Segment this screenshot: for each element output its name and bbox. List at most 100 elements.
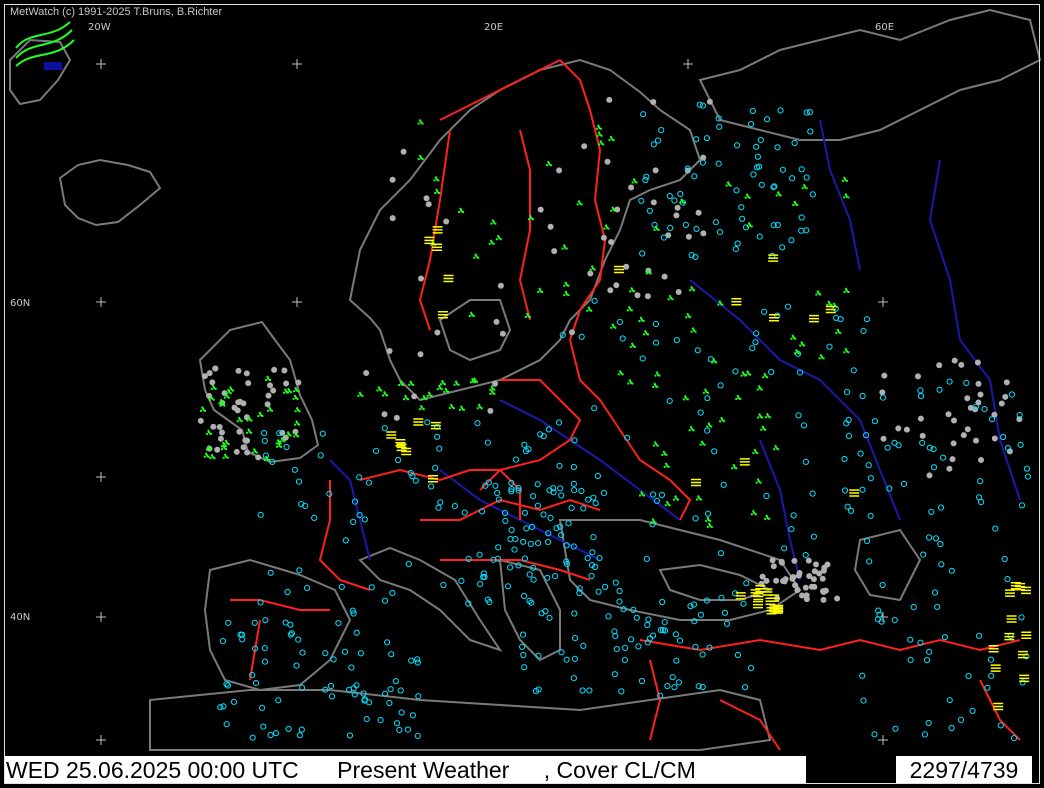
station-cloudy-symbol xyxy=(393,414,400,421)
station-cloudy-symbol xyxy=(244,449,251,456)
station-cloudy-symbol xyxy=(644,293,651,300)
station-cloudy-symbol xyxy=(281,367,288,374)
station-cloudy-symbol xyxy=(587,270,594,277)
station-cloudy-symbol xyxy=(235,367,242,374)
station-cloudy-symbol xyxy=(389,215,396,222)
station-cloudy-symbol xyxy=(964,426,971,433)
station-cloudy-symbol xyxy=(197,417,204,424)
station-cloudy-symbol xyxy=(974,359,981,366)
station-cloudy-symbol xyxy=(216,424,223,430)
station-cloudy-symbol xyxy=(977,391,984,398)
station-cloudy-symbol xyxy=(695,209,702,216)
station-cloudy-symbol xyxy=(895,425,902,432)
station-cloudy-symbol xyxy=(547,223,554,230)
station-cloudy-symbol xyxy=(791,557,798,564)
station-cloudy-symbol xyxy=(537,206,544,213)
status-cover: , Cover CL/CM xyxy=(543,757,696,783)
station-cloudy-symbol xyxy=(265,392,272,399)
station-cloudy-symbol xyxy=(219,429,225,436)
station-cloudy-symbol xyxy=(802,584,809,591)
station-cloudy-symbol xyxy=(945,411,952,418)
station-cloudy-symbol xyxy=(417,351,424,358)
station-cloudy-symbol xyxy=(499,330,506,337)
station-cloudy-symbol xyxy=(201,373,208,380)
station-cloudy-symbol xyxy=(805,557,812,564)
station-cloudy-symbol xyxy=(780,578,786,584)
station-cloudy-symbol xyxy=(926,472,933,479)
station-cloudy-symbol xyxy=(674,204,681,211)
station-cloudy-symbol xyxy=(634,292,641,299)
station-cloudy-symbol xyxy=(949,456,956,463)
station-cloudy-symbol xyxy=(389,176,396,183)
station-cloudy-symbol xyxy=(271,366,278,373)
station-cloudy-symbol xyxy=(964,395,971,402)
app-credit: MetWatch (c) 1991-2025 T.Bruns, B.Richte… xyxy=(10,6,223,18)
station-cloudy-symbol xyxy=(821,564,828,571)
station-cloudy-symbol xyxy=(245,380,252,387)
station-cloudy-symbol xyxy=(244,437,251,444)
station-cloudy-symbol xyxy=(492,380,498,387)
station-cloudy-symbol xyxy=(418,275,424,282)
station-cloudy-symbol xyxy=(411,393,418,400)
station-cloudy-symbol xyxy=(231,404,238,411)
station-cloudy-symbol xyxy=(763,577,770,584)
station-cloudy-symbol xyxy=(283,380,290,387)
grid-label-20e: 20E xyxy=(484,22,504,33)
station-cloudy-symbol xyxy=(212,365,219,372)
station-cloudy-symbol xyxy=(998,400,1005,407)
station-cloudy-symbol xyxy=(423,195,430,202)
station-cloudy-symbol xyxy=(810,576,817,583)
grid-label-60e: 60E xyxy=(875,22,895,33)
station-cloudy-symbol xyxy=(973,437,979,444)
station-cloudy-symbol xyxy=(235,399,242,406)
station-cloudy-symbol xyxy=(608,239,615,245)
station-cloudy-symbol xyxy=(880,435,887,442)
station-cloudy-symbol xyxy=(706,98,713,105)
station-cloudy-symbol xyxy=(556,167,563,174)
station-cloudy-symbol xyxy=(613,282,620,289)
station-cloudy-symbol xyxy=(607,287,614,294)
status-product: Present Weather xyxy=(337,757,510,783)
station-cloudy-symbol xyxy=(209,379,216,386)
station-cloudy-symbol xyxy=(650,199,657,206)
weather-map[interactable] xyxy=(0,0,1044,788)
station-cloudy-symbol xyxy=(770,563,777,570)
station-cloudy-symbol xyxy=(243,370,250,377)
station-cloudy-symbol xyxy=(214,446,221,453)
station-cloudy-symbol xyxy=(443,218,450,225)
station-cloudy-symbol xyxy=(673,212,680,219)
station-cloudy-symbol xyxy=(497,282,504,289)
grid-label-40n: 40N xyxy=(10,612,31,623)
station-cloudy-symbol xyxy=(240,400,247,407)
station-cloudy-symbol xyxy=(811,568,818,575)
station-cloudy-symbol xyxy=(650,99,657,105)
station-cloudy-symbol xyxy=(917,415,924,422)
station-cloudy-symbol xyxy=(1003,379,1010,386)
station-cloudy-symbol xyxy=(400,148,407,155)
station-cloudy-symbol xyxy=(240,444,247,451)
station-cloudy-symbol xyxy=(834,595,841,602)
station-cloudy-symbol xyxy=(652,167,659,174)
station-cloudy-symbol xyxy=(685,233,692,240)
station-cloudy-symbol xyxy=(808,583,815,590)
station-cloudy-symbol xyxy=(936,362,943,369)
station-cloudy-symbol xyxy=(991,435,998,442)
station-cloudy-symbol xyxy=(879,389,886,396)
station-cloudy-symbol xyxy=(569,329,575,336)
station-cloudy-symbol xyxy=(267,382,273,389)
station-cloudy-symbol xyxy=(363,370,370,376)
station-cloudy-symbol xyxy=(551,248,558,255)
station-cloudy-symbol xyxy=(295,379,302,386)
station-cloudy-symbol xyxy=(700,230,707,237)
station-cloudy-symbol xyxy=(881,372,888,379)
station-cloudy-symbol xyxy=(386,348,393,354)
status-station-count: 2297/4739 xyxy=(896,756,1032,784)
station-cloudy-symbol xyxy=(951,357,958,364)
station-cloudy-symbol xyxy=(792,582,799,589)
status-datetime: WED 25.06.2025 00:00 UTC xyxy=(6,757,299,783)
station-cloudy-symbol xyxy=(950,440,957,447)
station-cloudy-symbol xyxy=(789,575,796,582)
station-cloudy-symbol xyxy=(381,411,388,418)
station-cloudy-symbol xyxy=(813,561,819,568)
station-cloudy-symbol xyxy=(604,158,611,165)
